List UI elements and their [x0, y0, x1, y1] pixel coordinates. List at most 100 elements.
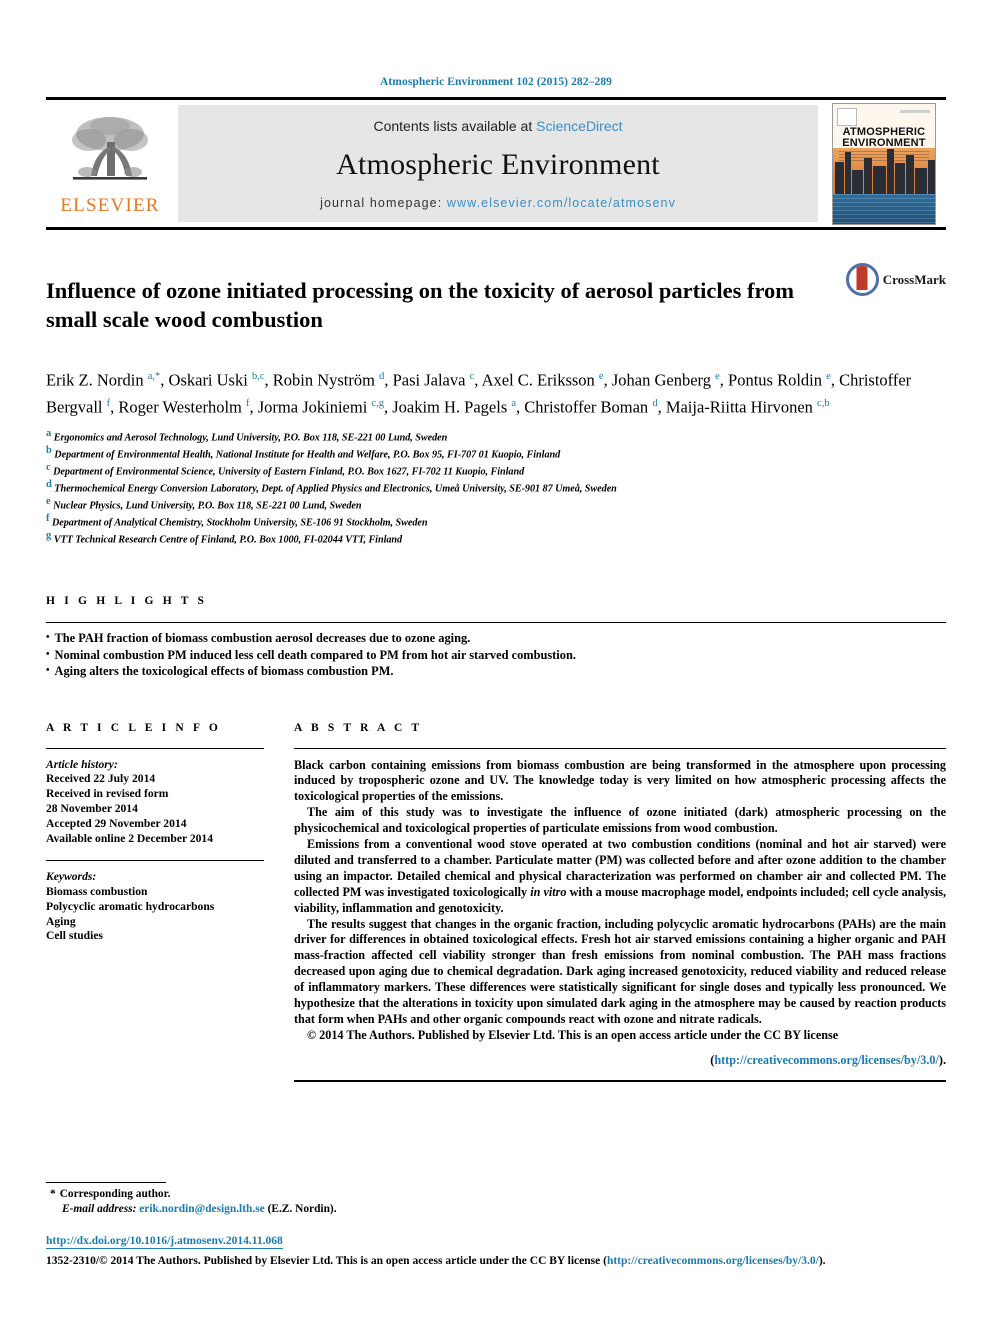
- title-row: Influence of ozone initiated processing …: [46, 230, 946, 349]
- email-link[interactable]: erik.nordin@design.lth.se: [139, 1203, 264, 1215]
- affiliation-marker: b: [46, 445, 52, 457]
- corresponding-author-note: * Corresponding author.: [46, 1187, 946, 1202]
- abstract-paragraph: The aim of this study was to investigate…: [294, 805, 946, 836]
- cover-artwork: ATMOSPHERIC ENVIRONMENT: [832, 102, 936, 225]
- article-info-inner-divider: [46, 860, 264, 862]
- highlight-item: • Nominal combustion PM induced less cell…: [46, 647, 946, 664]
- page-footer: * Corresponding author. E-mail address: e…: [46, 1182, 946, 1267]
- abstract-italic: in vitro: [530, 884, 567, 899]
- affiliation-line: d Thermochemical Energy Conversion Labor…: [46, 479, 946, 496]
- issn-license-link[interactable]: http://creativecommons.org/licenses/by/3…: [607, 1255, 819, 1267]
- abstract-paragraph: Black carbon containing emissions from b…: [294, 757, 946, 804]
- affiliation-marker: c: [46, 462, 51, 474]
- running-head: Atmospheric Environment 102 (2015) 282–2…: [379, 76, 613, 88]
- contents-prefix: Contents lists available at: [373, 118, 533, 134]
- journal-masthead: ELSEVIER Contents lists available at Sci…: [46, 97, 946, 230]
- article-info-divider: [46, 747, 264, 749]
- bullet-icon: •: [46, 632, 50, 644]
- issn-suffix: ).: [818, 1255, 826, 1267]
- highlights-divider: [46, 622, 946, 624]
- highlight-item: • The PAH fraction of biomass combustion …: [46, 630, 946, 647]
- email-note: E-mail address: erik.nordin@design.lth.s…: [46, 1202, 946, 1217]
- affiliation-line: g VTT Technical Research Centre of Finla…: [46, 530, 946, 547]
- affiliation-marker: d: [46, 479, 52, 491]
- affiliation-marker: a: [46, 428, 52, 440]
- article-history-line: Received 22 July 2014: [46, 772, 156, 786]
- email-label: E-mail address:: [62, 1203, 137, 1215]
- bullet-icon: •: [46, 665, 50, 677]
- affiliation-line: e Nuclear Physics, Lund University, P.O.…: [46, 496, 946, 513]
- keywords-block: Keywords: Biomass combustion Polycyclic a…: [46, 870, 264, 944]
- affiliation-marker: g: [46, 530, 52, 542]
- elsevier-logo: ELSEVIER: [46, 100, 174, 227]
- affiliation-line: b Department of Environmental Health, Na…: [46, 445, 946, 462]
- contents-lists-line: Contents lists available at ScienceDirec…: [373, 118, 622, 134]
- abstract-bottom-rule: [294, 1079, 946, 1082]
- keyword-item: Cell studies: [46, 929, 104, 943]
- abstract-heading: A B S T R A C T: [294, 721, 423, 734]
- keywords-heading: Keywords:: [46, 870, 97, 884]
- article-history-line: 28 November 2014: [46, 801, 138, 815]
- elsevier-tree-icon: [72, 117, 148, 180]
- cover-water: [833, 193, 935, 224]
- article-info-heading: A R T I C L E I N F O: [46, 721, 221, 734]
- abstract-divider: [294, 747, 946, 749]
- author-list: Erik Z. Nordin a,*, Oskari Uski b,c, Rob…: [46, 370, 912, 417]
- elsevier-wordmark: ELSEVIER: [60, 195, 160, 216]
- article-title: Influence of ozone initiated processing …: [46, 278, 795, 333]
- article-info-column: A R T I C L E I N F O Article history: R…: [46, 722, 294, 1082]
- keyword-item: Biomass combustion: [46, 885, 148, 899]
- affiliation-text: Department of Environmental Health, Nati…: [54, 449, 561, 461]
- cover-issue-bar: [900, 109, 930, 113]
- homepage-prefix: journal homepage:: [320, 196, 443, 210]
- highlight-text: Aging alters the toxicological effects o…: [54, 664, 394, 679]
- article-history-line: Accepted 29 November 2014: [46, 816, 187, 830]
- highlights-items: • The PAH fraction of biomass combustion …: [46, 630, 946, 680]
- issn-prefix: 1352-2310/© 2014 The Authors. Published …: [46, 1255, 607, 1267]
- crossmark-badge[interactable]: CrossMark: [834, 261, 946, 296]
- affiliation-marker: e: [46, 496, 51, 508]
- journal-homepage-line: journal homepage: www.elsevier.com/locat…: [320, 196, 676, 210]
- issn-copyright-line: 1352-2310/© 2014 The Authors. Published …: [46, 1255, 946, 1267]
- journal-cover-thumbnail: ATMOSPHERIC ENVIRONMENT: [822, 100, 946, 227]
- masthead-center: Contents lists available at ScienceDirec…: [178, 105, 818, 222]
- affiliation-text: Ergonomics and Aerosol Technology, Lund …: [53, 432, 448, 444]
- article-history-heading: Article history:: [46, 757, 118, 771]
- abstract-body: Black carbon containing emissions from b…: [294, 758, 946, 1028]
- highlight-text: Nominal combustion PM induced less cell …: [54, 647, 576, 662]
- highlights-heading: H I G H L I G H T S: [46, 595, 208, 608]
- highlight-text: The PAH fraction of biomass combustion a…: [54, 631, 471, 646]
- affiliation-list: a Ergonomics and Aerosol Technology, Lun…: [46, 428, 946, 547]
- info-abstract-columns: A R T I C L E I N F O Article history: R…: [46, 722, 946, 1082]
- article-history-lines: Received 22 July 2014 Received in revised…: [46, 772, 264, 846]
- bullet-icon: •: [46, 648, 50, 660]
- affiliation-line: a Ergonomics and Aerosol Technology, Lun…: [46, 428, 946, 445]
- cc-paren-close: ).: [938, 1052, 946, 1067]
- abstract-paragraph: Emissions from a conventional wood stove…: [294, 837, 947, 915]
- article-history-block: Article history: Received 22 July 2014 Re…: [46, 758, 264, 847]
- highlights-section: H I G H L I G H T S • The PAH fraction of…: [46, 595, 946, 680]
- article-history-line: Available online 2 December 2014: [46, 831, 214, 845]
- sciencedirect-link[interactable]: ScienceDirect: [536, 118, 622, 134]
- affiliation-line: c Department of Environmental Science, U…: [46, 462, 946, 479]
- email-suffix: (E.Z. Nordin).: [267, 1203, 337, 1215]
- doi-wrap: http://dx.doi.org/10.1016/j.atmosenv.201…: [46, 1217, 946, 1249]
- cc-license-link[interactable]: http://creativecommons.org/licenses/by/3…: [714, 1053, 939, 1067]
- cover-skyline: [833, 144, 935, 196]
- affiliation-text: VTT Technical Research Centre of Finland…: [53, 534, 403, 546]
- cover-elsevier-mark-icon: [837, 107, 857, 126]
- affiliation-text: Department of Analytical Chemistry, Stoc…: [51, 517, 428, 529]
- crossmark-label: CrossMark: [882, 271, 946, 287]
- doi-link[interactable]: http://dx.doi.org/10.1016/j.atmosenv.201…: [46, 1235, 283, 1249]
- footnote-rule: [46, 1182, 166, 1183]
- corresponding-author-label: Corresponding author.: [59, 1188, 171, 1200]
- abstract-column: A B S T R A C T Black carbon containing …: [294, 722, 946, 1082]
- affiliation-text: Department of Environmental Science, Uni…: [53, 466, 525, 478]
- homepage-url-link[interactable]: www.elsevier.com/locate/atmosenv: [447, 196, 676, 210]
- keyword-lines: Biomass combustion Polycyclic aromatic hy…: [46, 885, 264, 944]
- affiliation-line: f Department of Analytical Chemistry, St…: [46, 513, 946, 530]
- journal-title: Atmospheric Environment: [336, 148, 660, 181]
- keyword-item: Aging: [46, 914, 76, 928]
- keyword-item: Polycyclic aromatic hydrocarbons: [46, 899, 215, 913]
- abstract-cc-line: (http://creativecommons.org/licenses/by/…: [294, 1053, 946, 1069]
